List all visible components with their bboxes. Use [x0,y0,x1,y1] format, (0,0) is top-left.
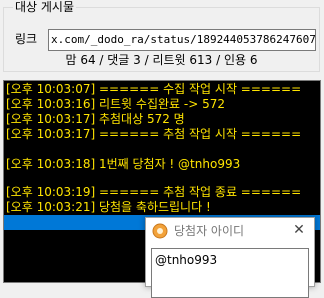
log-line: [오후 10:03:07] ====== 수집 작업 시작 ====== [6,82,302,96]
dialog-title: 당첨자 아이디 [174,224,245,238]
close-icon[interactable]: ✕ [290,221,308,239]
log-line: [오후 10:03:21] 당첨을 축하드립니다 ! [6,200,211,214]
log-line: [오후 10:03:17] ====== 추첨 작업 시작 ====== [6,127,302,141]
group-title: 대상 게시물 [13,0,77,14]
target-post-group: 대상 게시물 링크 x.com/_dodo_ra/status/18924405… [3,0,320,72]
link-input[interactable]: x.com/_dodo_ra/status/189244053786247607… [48,29,316,51]
link-label: 링크 [15,32,38,46]
log-line: [오후 10:03:17] 추첨대상 572 명 [6,112,185,126]
log-line: [오후 10:03:18] 1번째 당첨자 ! @tnho993 [6,157,241,171]
log-line: [오후 10:03:19] ====== 추첨 작업 종료 ====== [6,185,302,199]
winner-id-field[interactable]: @tnho993 [151,248,309,298]
log-line: [오후 10:03:16] 리트윗 수집완료 -> 572 [6,97,225,111]
winner-id-dialog: 당첨자 아이디 ✕ @tnho993 [145,217,315,298]
app-icon [152,223,168,239]
post-stats: 맘 64 / 댓글 3 / 리트윗 613 / 인용 6 [65,53,258,67]
